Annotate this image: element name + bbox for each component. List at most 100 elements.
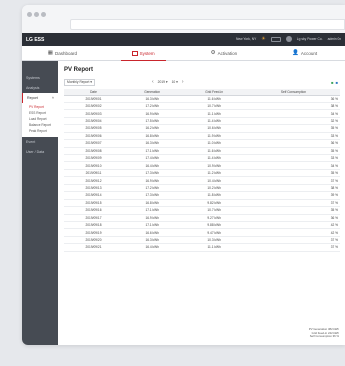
- generation-cell: 16.9 kWh: [123, 109, 182, 118]
- self-consumption-cell: 34 %: [246, 161, 340, 170]
- date-cell: 2019/09/13: [64, 184, 123, 193]
- generation-cell: 16.9 kWh: [123, 214, 182, 222]
- nav-label: Dashboard: [54, 50, 77, 56]
- feed-in-cell: 9.27 kWh: [181, 214, 247, 222]
- print-icon[interactable]: ■: [336, 80, 338, 85]
- sidebar-item-systems[interactable]: Systems: [22, 73, 58, 83]
- date-cell: 2019/09/10: [64, 161, 123, 170]
- self-consumption-cell: 35 %: [246, 169, 340, 178]
- feed-in-cell: 11.0 kWh: [181, 139, 247, 148]
- generation-cell: 16.9 kWh: [123, 176, 182, 185]
- date-cell: 2019/09/04: [64, 117, 123, 126]
- feed-in-cell: 9.82 kWh: [181, 199, 247, 208]
- next-arrow-icon[interactable]: ›: [182, 79, 184, 85]
- feed-in-cell: 11.6 kWh: [181, 95, 247, 103]
- self-consumption-cell: 37 %: [246, 236, 340, 245]
- chevron-up-icon: ˄: [51, 96, 54, 100]
- system-icon: [131, 50, 138, 56]
- month-select[interactable]: 10 ▾: [172, 80, 178, 84]
- month-value: 10: [171, 80, 176, 84]
- date-cell: 2019/09/09: [64, 154, 123, 163]
- sidebar-item-label: Report: [27, 96, 38, 100]
- sun-icon: ☀: [261, 35, 266, 42]
- table-row: 2019/09/05 16.2 kWh 10.6 kWh 35 %: [64, 124, 340, 133]
- browser-window: LG ESS New York, NY ☀ Lg sky Power Co. a…: [22, 5, 345, 345]
- feed-in-cell: 10.7 kWh: [181, 206, 247, 215]
- self-consumption-cell: 39 %: [246, 191, 340, 200]
- generation-cell: 17.5 kWh: [123, 117, 182, 126]
- generation-cell: 16.6 kWh: [123, 228, 182, 237]
- nav-system[interactable]: System: [103, 46, 184, 61]
- feed-in-cell: 11.9 kWh: [181, 132, 247, 141]
- generation-cell: 16.3 kWh: [123, 139, 182, 148]
- feed-in-cell: 9.88 kWh: [181, 221, 247, 230]
- self-consumption-cell: 42 %: [246, 228, 340, 237]
- minimize-dot-icon[interactable]: [34, 12, 39, 17]
- gear-icon: ⚙: [210, 50, 216, 56]
- maximize-dot-icon[interactable]: [41, 12, 46, 17]
- date-cell: 2019/09/14: [64, 191, 123, 200]
- avatar[interactable]: [285, 36, 292, 42]
- table-row: 2019/09/04 17.5 kWh 11.4 kWh 32 %: [64, 117, 340, 126]
- user-name[interactable]: Lg sky Power Co.: [297, 37, 323, 41]
- table-row: 2019/09/14 17.3 kWh 11.8 kWh 39 %: [64, 191, 340, 200]
- table-row: 2019/09/11 17.3 kWh 11.2 kWh 35 %: [64, 169, 340, 178]
- sidebar-item-peak-report[interactable]: Peak Report: [22, 128, 58, 134]
- date-cell: 2019/09/11: [64, 169, 123, 178]
- nav-label: Account: [300, 50, 318, 56]
- nav-label: System: [139, 50, 155, 56]
- feed-in-cell: 11.1 kWh: [181, 243, 247, 252]
- self-consumption-cell: 37 %: [246, 243, 340, 252]
- generation-cell: 17.3 kWh: [123, 191, 182, 200]
- nav-activation[interactable]: ⚙ Activation: [184, 46, 265, 60]
- self-consumption-cell: 37 %: [246, 199, 340, 208]
- report-submenu: PV Report ESS Report Load Report Balance…: [22, 103, 58, 137]
- app-header: LG ESS New York, NY ☀ Lg sky Power Co. a…: [22, 33, 345, 46]
- nav-account[interactable]: 👤 Account: [264, 46, 345, 60]
- date-cell: 2019/09/07: [64, 139, 123, 148]
- date-cell: 2019/09/16: [64, 206, 123, 215]
- feed-in-cell: 10.9 kWh: [181, 161, 247, 170]
- sidebar-item-report[interactable]: Report ˄: [22, 93, 58, 103]
- feed-in-cell: 11.6 kWh: [181, 147, 247, 156]
- self-consumption-cell: 35 %: [246, 206, 340, 215]
- generation-cell: 16.4 kWh: [123, 161, 182, 170]
- feed-in-cell: 11.2 kWh: [181, 169, 247, 178]
- self-consumption-cell: 36 %: [246, 95, 340, 103]
- table-row: 2019/09/09 17.4 kWh 11.4 kWh 33 %: [64, 154, 340, 163]
- date-cell: 2019/09/18: [64, 221, 123, 230]
- summary-line: Self Consumption 36 %: [309, 334, 339, 339]
- feed-in-cell: 10.2 kWh: [181, 184, 247, 193]
- nav-label: Activation: [217, 50, 238, 56]
- report-toolbar: Monthly Report ▾ ‹ 2019 ▾ 10 ▾ › ■ ■: [64, 78, 340, 86]
- self-consumption-cell: 33 %: [246, 154, 340, 163]
- close-dot-icon[interactable]: [27, 12, 32, 17]
- generation-cell: 17.2 kWh: [123, 184, 182, 193]
- year-select[interactable]: 2019 ▾: [158, 80, 168, 84]
- table-row: 2019/09/06 16.8 kWh 11.9 kWh 33 %: [64, 132, 340, 141]
- browser-toolbar: [22, 5, 345, 33]
- table-row: 2019/09/15 16.8 kWh 9.82 kWh 37 %: [64, 199, 340, 208]
- sidebar-item-user-data[interactable]: User / Data: [22, 147, 58, 157]
- main-nav: ▦ Dashboard System ⚙ Activation 👤 Accoun…: [22, 46, 345, 61]
- sidebar-item-event[interactable]: Event: [22, 137, 58, 147]
- feed-in-cell: 11.4 kWh: [181, 154, 247, 163]
- table-row: 2019/09/12 16.9 kWh 10.4 kWh 37 %: [64, 176, 340, 185]
- sidebar: Systems Analysis Report ˄ PV Report ESS …: [22, 61, 58, 345]
- self-consumption-cell: 38 %: [246, 184, 340, 193]
- prev-arrow-icon[interactable]: ‹: [152, 79, 154, 85]
- nav-dashboard[interactable]: ▦ Dashboard: [22, 46, 103, 60]
- self-consumption-cell: 42 %: [246, 221, 340, 230]
- sidebar-item-analysis[interactable]: Analysis: [22, 83, 58, 93]
- admin-label[interactable]: admin 0x: [328, 37, 341, 41]
- self-consumption-cell: 34 %: [246, 109, 340, 118]
- period-select[interactable]: Monthly Report ▾: [64, 78, 95, 86]
- date-cell: 2019/09/02: [64, 102, 123, 111]
- generation-cell: 16.3 kWh: [123, 236, 182, 245]
- excel-export-icon[interactable]: ■: [331, 80, 333, 85]
- date-cell: 2019/09/17: [64, 214, 123, 222]
- generation-cell: 17.1 kWh: [123, 221, 182, 230]
- address-bar[interactable]: [70, 19, 345, 30]
- feed-in-cell: 11.1 kWh: [181, 109, 247, 118]
- generation-cell: 17.2 kWh: [123, 102, 182, 111]
